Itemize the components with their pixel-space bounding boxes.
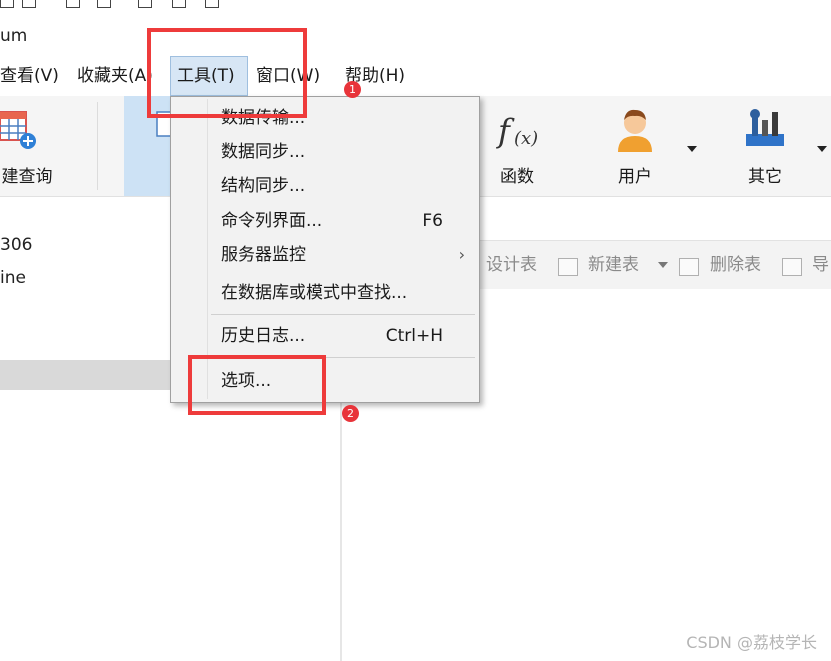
menu-command-line-shortcut: F6 <box>422 211 443 231</box>
toolbar-separator <box>97 102 98 190</box>
menu-find-in-db-label: 在数据库或模式中查找... <box>221 283 408 303</box>
function-icon: f (x) <box>496 112 538 150</box>
other-dropdown-caret[interactable] <box>817 146 827 152</box>
quick-icon-7[interactable] <box>205 0 219 8</box>
menu-server-monitor[interactable]: 服务器监控 › <box>171 238 479 272</box>
menu-server-monitor-label: 服务器监控 <box>221 245 306 265</box>
quick-icon-1[interactable] <box>0 0 14 8</box>
menu-data-sync[interactable]: 数据同步... <box>171 135 479 169</box>
window-title: um <box>0 26 28 46</box>
import-button[interactable]: 导 <box>812 241 829 289</box>
design-table-button[interactable]: 设计表 <box>486 241 537 289</box>
menu-history-log-shortcut: Ctrl+H <box>385 326 443 346</box>
quick-icon-5[interactable] <box>138 0 152 8</box>
menu-history-log-label: 历史日志... <box>221 326 306 346</box>
user-label: 用户 <box>618 167 652 187</box>
svg-text:f: f <box>496 112 515 150</box>
watermark: CSDN @荔枝学长 <box>686 633 817 652</box>
delete-table-button[interactable]: 删除表 <box>710 241 761 289</box>
quick-icon-2[interactable] <box>22 0 36 8</box>
quick-icon-4[interactable] <box>97 0 111 8</box>
other-tools-icon <box>746 109 784 146</box>
new-query-button[interactable]: 建查询 <box>0 96 62 196</box>
menubar: 查看(V) 收藏夹(A) 工具(T) 窗口(W) 帮助(H) <box>0 56 831 96</box>
menu-structure-sync[interactable]: 结构同步... <box>171 169 479 203</box>
menu-command-line[interactable]: 命令列界面... F6 <box>171 204 479 238</box>
annotation-box-options <box>188 355 326 415</box>
function-button[interactable]: f (x) 函数 <box>482 96 552 196</box>
menu-separator <box>211 314 475 315</box>
tree-line-engine[interactable]: ine <box>0 268 26 288</box>
svg-text:(x): (x) <box>514 128 538 149</box>
quick-icon-6[interactable] <box>172 0 186 8</box>
function-label: 函数 <box>500 167 534 187</box>
user-dropdown-caret[interactable] <box>687 146 697 152</box>
other-button[interactable]: 其它 <box>730 96 800 196</box>
new-query-icon <box>0 111 36 149</box>
menu-find-in-db[interactable]: 在数据库或模式中查找... <box>171 276 479 310</box>
menu-favorites[interactable]: 收藏夹(A) <box>77 56 153 96</box>
menu-history-log[interactable]: 历史日志... Ctrl+H <box>171 319 479 353</box>
quick-icon-3[interactable] <box>66 0 80 8</box>
annotation-badge-1: 1 <box>344 81 361 98</box>
new-query-label: 建查询 <box>1 167 53 187</box>
new-table-icon <box>558 258 578 276</box>
import-icon <box>782 258 802 276</box>
new-table-caret[interactable] <box>658 262 668 268</box>
user-icon <box>618 109 652 152</box>
annotation-box-tools <box>147 28 307 118</box>
delete-table-icon <box>679 258 699 276</box>
new-table-button[interactable]: 新建表 <box>588 241 639 289</box>
menu-command-line-label: 命令列界面... <box>221 211 323 231</box>
menu-structure-sync-label: 结构同步... <box>221 176 306 196</box>
tree-line-port[interactable]: 306 <box>0 235 32 255</box>
other-label: 其它 <box>748 167 782 187</box>
user-button[interactable]: 用户 <box>600 96 670 196</box>
annotation-badge-2: 2 <box>342 405 359 422</box>
menu-view[interactable]: 查看(V) <box>0 56 59 96</box>
menu-data-sync-label: 数据同步... <box>221 142 306 162</box>
submenu-arrow-icon: › <box>458 245 465 264</box>
quick-access-strip <box>0 0 831 14</box>
